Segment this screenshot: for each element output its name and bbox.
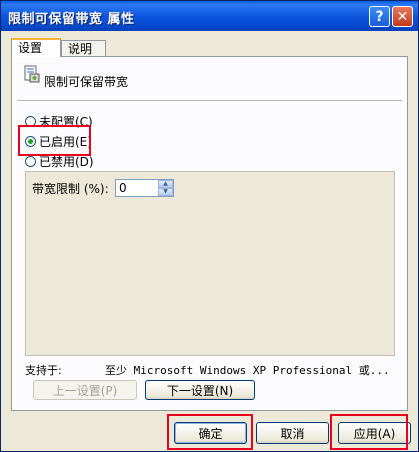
spin-up-icon[interactable]: ▲	[158, 180, 173, 188]
spinner-buttons: ▲ ▼	[158, 180, 173, 196]
bandwidth-spinner[interactable]: 0 ▲ ▼	[115, 179, 174, 197]
spin-down-icon[interactable]: ▼	[158, 188, 173, 196]
close-button[interactable]: ✕	[392, 6, 413, 27]
policy-name: 限制可保留带宽	[44, 75, 129, 89]
window-title: 限制可保留带宽 属性	[8, 12, 135, 27]
tab-settings[interactable]: 设置	[11, 38, 61, 57]
next-setting-button[interactable]: 下一设置(N)	[145, 380, 255, 400]
options-box	[25, 171, 395, 356]
policy-setting-icon	[24, 65, 40, 83]
cancel-button[interactable]: 取消	[256, 422, 329, 444]
supported-on-label: 支持于:	[25, 364, 62, 377]
highlight-enabled	[18, 125, 91, 156]
supported-on-value: 至少 Microsoft Windows XP Professional 或..…	[105, 364, 390, 377]
divider	[17, 100, 402, 102]
bandwidth-limit-label: 带宽限制 (%):	[32, 182, 109, 196]
previous-setting-button[interactable]: 上一设置(P)	[33, 380, 137, 400]
question-icon: ?	[375, 8, 384, 25]
highlight-ok	[167, 414, 253, 450]
tab-explain[interactable]: 说明	[61, 40, 106, 56]
properties-dialog: 限制可保留带宽 属性 ? ✕ 设置 说明 限制可保留带宽 未配置(C) 已启用(…	[0, 0, 419, 452]
close-icon: ✕	[396, 8, 409, 25]
help-button[interactable]: ?	[369, 6, 390, 27]
title-bar[interactable]: 限制可保留带宽 属性 ? ✕	[1, 1, 418, 31]
radio-circle[interactable]	[25, 155, 36, 167]
bandwidth-value[interactable]: 0	[119, 181, 127, 195]
highlight-apply	[330, 414, 408, 450]
